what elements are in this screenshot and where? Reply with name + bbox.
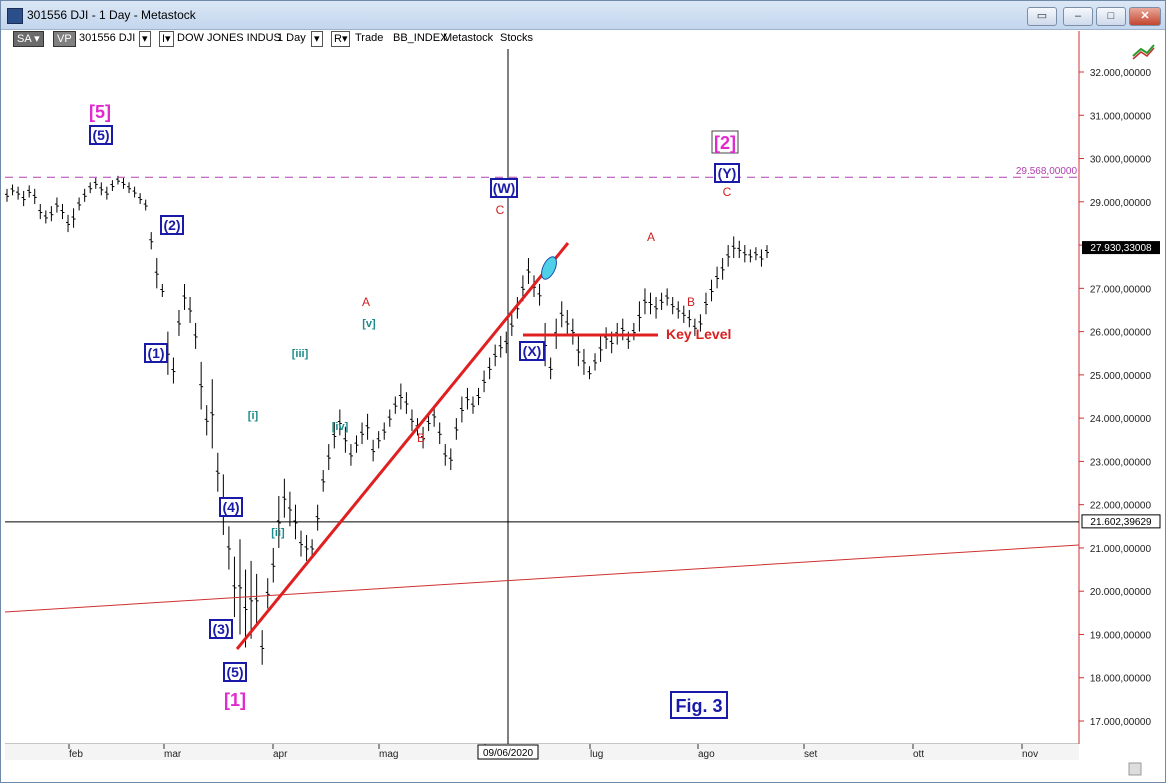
wave-label-v: [v] xyxy=(362,318,376,330)
x-tick-label: mar xyxy=(164,749,182,760)
wave-label-y: (Y) xyxy=(718,165,737,181)
x-tick-label: ott xyxy=(913,749,924,760)
x-tick-label: nov xyxy=(1022,749,1038,760)
x-tick-label: ago xyxy=(698,749,715,760)
wave-label-b2: B xyxy=(687,295,695,309)
wave-label-4: (4) xyxy=(222,499,239,515)
wave-label-i: [i] xyxy=(248,410,259,422)
y-tick-label: 20.000,00000 xyxy=(1090,587,1152,598)
y-tick-label: 27.000,00000 xyxy=(1090,284,1152,295)
wave-label-c2: C xyxy=(723,185,732,199)
resize-grip-icon[interactable] xyxy=(1128,762,1142,776)
y-tick-label: 24.000,00000 xyxy=(1090,414,1152,425)
wave-label-b1: B xyxy=(417,431,425,445)
y-tick-label: 17.000,00000 xyxy=(1090,717,1152,728)
x-tick-label: apr xyxy=(273,749,288,760)
wave-label-a2: A xyxy=(647,230,655,244)
y-tick-label: 22.000,00000 xyxy=(1090,501,1152,512)
wave-label-w: (W) xyxy=(493,180,516,196)
wave-label-major-1: [1] xyxy=(224,690,246,710)
x-tick-label: lug xyxy=(590,749,603,760)
x-tick-label: feb xyxy=(69,749,83,760)
wave-label-x: (X) xyxy=(523,343,542,359)
wave-label-major-2: [2] xyxy=(714,133,736,153)
crosshair-price-label: 21.602,39629 xyxy=(1090,517,1152,528)
y-tick-label: 26.000,00000 xyxy=(1090,328,1152,339)
y-tick-label: 30.000,00000 xyxy=(1090,155,1152,166)
last-price-label: 27.930,33008 xyxy=(1090,243,1152,254)
y-tick-label: 19.000,00000 xyxy=(1090,630,1152,641)
resistance-level-label: 29.568,00000 xyxy=(1016,166,1078,177)
wave-label-3: (3) xyxy=(212,621,229,637)
fig-label: Fig. 3 xyxy=(675,696,722,716)
price-chart[interactable]: 32.000,00000 31.000,00000 30.000,00000 29.0… xyxy=(1,1,1165,782)
plot-area[interactable] xyxy=(5,49,1079,744)
crosshair-date-label: 09/06/2020 xyxy=(483,748,533,759)
y-tick-label: 31.000,00000 xyxy=(1090,111,1152,122)
wave-label-ii: [ii] xyxy=(271,527,285,539)
wave-label-iii: [iii] xyxy=(292,348,309,360)
y-axis-ticks: 32.000,00000 31.000,00000 30.000,00000 29.0… xyxy=(1079,68,1151,728)
wave-label-iv: [iv] xyxy=(332,421,349,433)
x-tick-label: mag xyxy=(379,749,398,760)
key-level-label: Key Level xyxy=(666,326,731,342)
wave-label-c1: C xyxy=(496,203,505,217)
y-tick-label: 21.000,00000 xyxy=(1090,544,1152,555)
wave-label-5-low: (5) xyxy=(226,664,243,680)
wave-label-1: (1) xyxy=(147,345,164,361)
y-tick-label: 29.000,00000 xyxy=(1090,198,1152,209)
metastock-window: 301556 DJI - 1 Day - Metastock ▭ – □ ✕ S… xyxy=(0,0,1166,783)
y-tick-label: 18.000,00000 xyxy=(1090,674,1152,685)
wave-label-5-top: (5) xyxy=(92,127,109,143)
x-tick-label: set xyxy=(804,749,818,760)
chart-tool-icon[interactable] xyxy=(1132,44,1155,60)
wave-label-a1: A xyxy=(362,295,370,309)
wave-label-major-5: [5] xyxy=(89,102,111,122)
wave-label-2: (2) xyxy=(163,217,180,233)
y-tick-label: 25.000,00000 xyxy=(1090,371,1152,382)
y-tick-label: 32.000,00000 xyxy=(1090,68,1152,79)
y-tick-label: 23.000,00000 xyxy=(1090,457,1152,468)
